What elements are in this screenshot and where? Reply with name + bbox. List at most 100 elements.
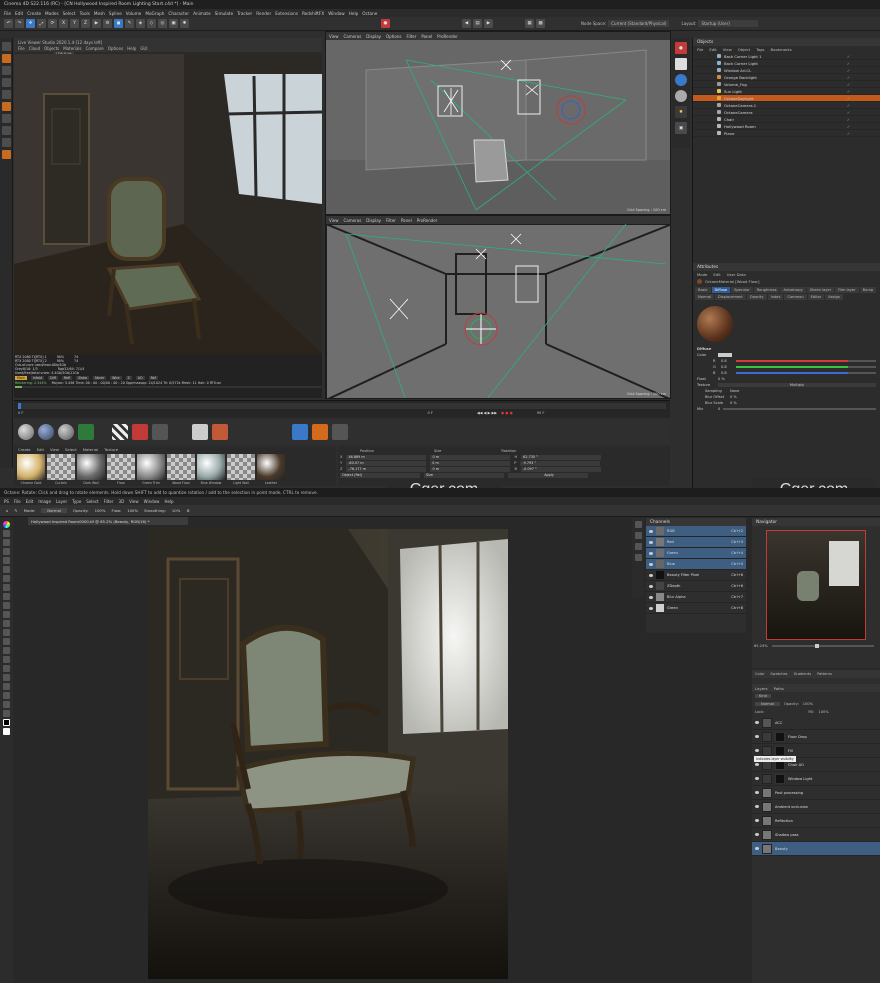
render-pass-tab[interactable]: Main — [15, 376, 27, 380]
eye-icon[interactable] — [649, 551, 653, 555]
zoom-slider-handle[interactable] — [814, 644, 819, 648]
attr-tab[interactable]: Assign — [825, 294, 844, 300]
objects-menu-tags[interactable]: Tags — [756, 47, 764, 52]
visibility-check-icon[interactable]: ✓ — [847, 68, 850, 73]
eye-icon[interactable] — [755, 805, 759, 808]
vp-bottom-menu-view[interactable]: View — [329, 218, 339, 223]
visibility-check-icon[interactable]: ✓ — [847, 89, 850, 94]
model-mode-icon[interactable] — [1, 42, 11, 51]
attr-tab[interactable]: Anisotropy — [780, 287, 806, 293]
adjustments-icon[interactable] — [634, 543, 642, 550]
gradient-icon[interactable] — [3, 638, 10, 645]
material-swatch[interactable]: Curtain — [47, 454, 75, 485]
eraser-icon[interactable] — [3, 629, 10, 636]
layers-blend[interactable]: Normal — [755, 702, 781, 706]
eye-icon[interactable] — [755, 819, 759, 822]
menu-modes[interactable]: Modes — [45, 11, 59, 16]
viewport-single-icon[interactable]: ▦ — [525, 19, 534, 28]
attr-tab[interactable]: Opacity — [746, 294, 767, 300]
layers-fill[interactable]: 100% — [818, 710, 828, 714]
visibility-check-icon[interactable]: ✓ — [847, 82, 850, 87]
menu-spline[interactable]: Spline — [109, 11, 122, 16]
layers-tab-layers[interactable]: Layers — [755, 686, 768, 691]
snap-icon[interactable] — [1, 114, 11, 123]
visibility-check-icon[interactable]: ✓ — [847, 54, 850, 59]
eye-icon[interactable] — [755, 791, 759, 794]
frame-tool-icon[interactable] — [3, 575, 10, 582]
menu-tools[interactable]: Tools — [80, 11, 90, 16]
object-row[interactable]: Hollywood Room ✓ — [693, 123, 880, 130]
path-select-icon[interactable] — [3, 683, 10, 690]
layer-row[interactable]: Beauty — [752, 842, 880, 856]
polygons-mode-icon[interactable] — [1, 90, 11, 99]
material-swatch[interactable]: Green Trim — [137, 454, 165, 485]
ps-menu-filter[interactable]: Filter — [104, 499, 114, 504]
actions-icon[interactable] — [634, 554, 642, 561]
zoom-slider[interactable] — [771, 644, 874, 648]
eye-icon[interactable] — [649, 606, 653, 610]
matmgr-menu-edit[interactable]: Edit — [37, 447, 44, 452]
play-button[interactable]: ◀◀ ◀ ▶ ▶▶ — [477, 411, 497, 415]
crop-tool-icon[interactable] — [3, 566, 10, 573]
ps-menu-type[interactable]: Type — [72, 499, 81, 504]
menu-simulate[interactable]: Simulate — [215, 11, 234, 16]
mode-value[interactable]: Normal — [41, 508, 67, 513]
ps-menu-edit[interactable]: Edit — [26, 499, 34, 504]
matmgr-menu-material[interactable]: Material — [83, 447, 98, 452]
material-swatch[interactable]: Blue Window — [197, 454, 225, 485]
document-tab[interactable]: Hollywood Inspired Room0000.tif @ 65.2% … — [28, 517, 188, 525]
axis-icon[interactable] — [1, 138, 11, 147]
coord-size-mode[interactable]: Size — [424, 472, 504, 478]
object-row[interactable]: OctaneCamera ✓ — [693, 109, 880, 116]
render-shelf-icon[interactable] — [212, 424, 228, 440]
eye-icon[interactable] — [649, 595, 653, 599]
matmgr-menu-view[interactable]: View — [50, 447, 59, 452]
channel-row[interactable]: RGB Ctrl+2 — [646, 526, 746, 537]
lv-menu-file[interactable]: File — [18, 46, 25, 51]
visibility-check-icon[interactable]: ✓ — [847, 110, 850, 115]
vp-bottom-menu-prorender[interactable]: ProRender — [417, 218, 438, 223]
settings-gear-icon[interactable]: ⚙ — [186, 508, 189, 513]
rgb-slider[interactable] — [736, 372, 876, 374]
vp-bottom-menu-cameras[interactable]: Cameras — [344, 218, 362, 223]
lv-menu-gui[interactable]: GUI — [140, 46, 147, 51]
panel-tab-swatches[interactable]: Swatches — [770, 672, 787, 676]
objects-menu-object[interactable]: Object — [738, 47, 750, 52]
panel-tab-color[interactable]: Color — [755, 672, 764, 676]
render-pass-tab[interactable]: Wire — [110, 376, 122, 380]
object-row[interactable]: Sun Light ✓ — [693, 88, 880, 95]
smoothing-value[interactable]: 10% — [172, 508, 180, 513]
eye-icon[interactable] — [649, 529, 653, 533]
rgb-slider[interactable] — [736, 360, 876, 362]
viewport-next-icon[interactable]: ▶ — [484, 19, 493, 28]
attr-tab[interactable]: Editor — [807, 294, 825, 300]
layer-row[interactable]: Window Light — [752, 772, 880, 786]
attr-tab[interactable]: Sheen layer — [806, 287, 835, 293]
background-color[interactable] — [3, 728, 10, 735]
menu-select[interactable]: Select — [63, 11, 76, 16]
menu-tracker[interactable]: Tracker — [237, 11, 252, 16]
ps-menu-window[interactable]: Window — [144, 499, 160, 504]
marquee-tool-icon[interactable] — [3, 539, 10, 546]
eyedropper-icon[interactable] — [3, 584, 10, 591]
attr-tab[interactable]: Displacement — [715, 294, 746, 300]
attr-tab[interactable]: Film layer — [835, 287, 859, 293]
type-tool-icon[interactable] — [3, 674, 10, 681]
home-icon[interactable]: ⌂ — [6, 508, 8, 513]
layer-row[interactable]: Ambient occlusion — [752, 800, 880, 814]
lv-menu-options[interactable]: Options — [108, 46, 123, 51]
doc-shelf-icon[interactable] — [192, 424, 208, 440]
coord-size[interactable]: 0 m — [430, 460, 511, 466]
undo-icon[interactable]: ↶ — [4, 19, 13, 28]
eye-icon[interactable] — [755, 749, 759, 752]
grid-shelf-icon[interactable] — [152, 424, 168, 440]
visibility-check-icon[interactable]: ✓ — [847, 61, 850, 66]
layer-row[interactable]: ACC — [752, 716, 880, 730]
record-key-icon[interactable]: ● ● ● — [501, 411, 513, 415]
workplane-icon[interactable] — [1, 126, 11, 135]
axis-x-button[interactable]: X — [59, 19, 68, 28]
blur-scale-value[interactable]: 0 % — [730, 401, 737, 405]
object-row[interactable]: OctaneCamera.1 ✓ — [693, 102, 880, 109]
rgb-value[interactable]: 0.8 — [721, 371, 733, 375]
visibility-check-icon[interactable]: ✓ — [847, 117, 850, 122]
